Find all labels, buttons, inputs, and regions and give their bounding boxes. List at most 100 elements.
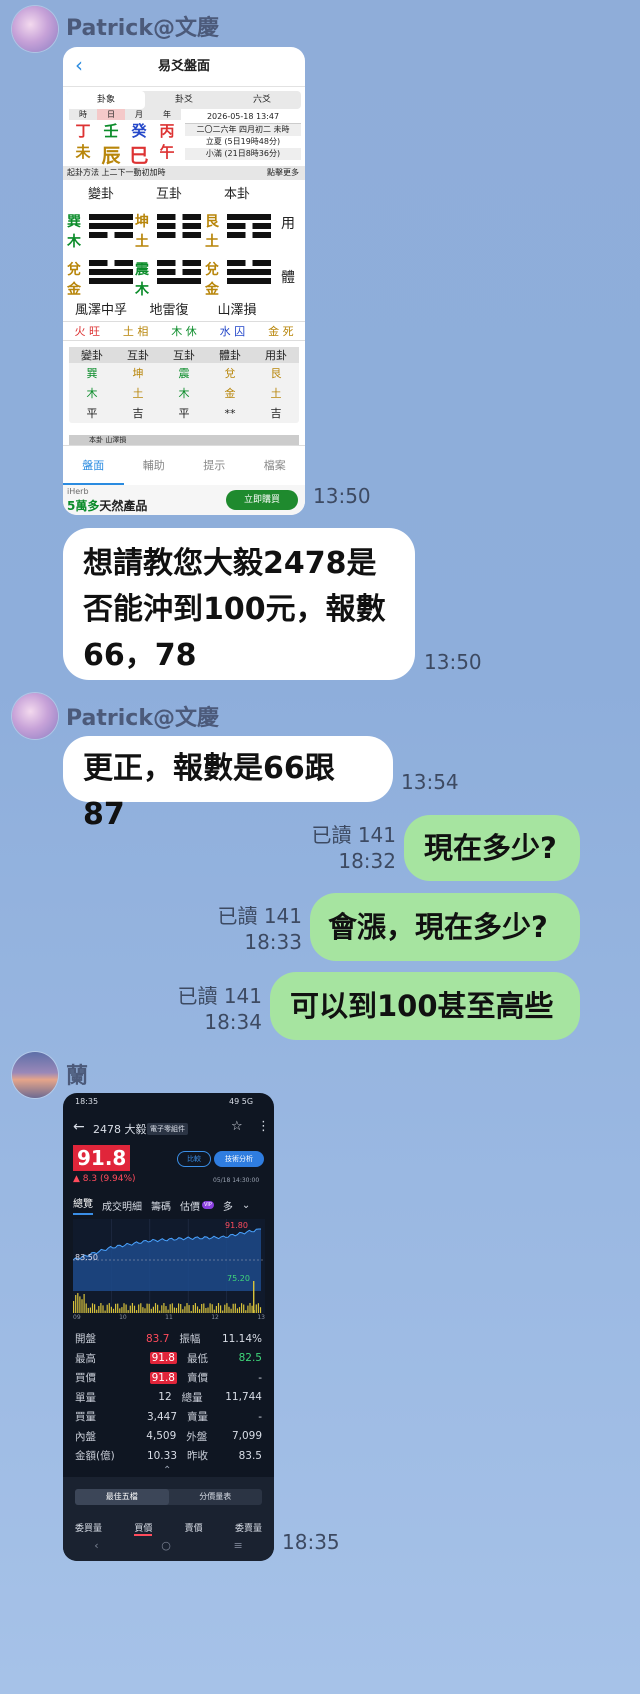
nav-assist[interactable]: 輔助 [124, 446, 185, 485]
volume-bar [161, 1305, 163, 1313]
volume-bar [129, 1305, 131, 1313]
volume-bar [81, 1299, 83, 1313]
volume-bar [77, 1293, 79, 1313]
message-bubble-self[interactable]: 會漲，現在多少? [310, 893, 580, 961]
volume-bar [178, 1303, 180, 1313]
volume-bar [247, 1305, 249, 1313]
stem: 壬 [103, 122, 119, 140]
tab-more[interactable]: 多 [223, 1198, 233, 1213]
tab-chips[interactable]: 籌碼 [151, 1198, 171, 1213]
avatar-patrick[interactable] [12, 6, 58, 52]
shared-image-stock[interactable]: 18:35 49 5G ← 2478 大毅 電子零組件 ☆ ⋮ 91.8 ▲ 8… [63, 1093, 274, 1561]
volume-bar [184, 1306, 186, 1313]
volume-bar [119, 1308, 121, 1313]
more-vertical-icon[interactable]: ⋮ [257, 1119, 270, 1134]
volume-bar [188, 1305, 190, 1313]
volume-bar [83, 1293, 85, 1313]
tab-best-five[interactable]: 最佳五檔 [75, 1489, 169, 1505]
volume-bar [196, 1306, 199, 1313]
msg-time: 13:54 [401, 770, 459, 794]
ad-banner[interactable]: iHerb 5萬多天然產品 立即購買 [63, 485, 305, 515]
volume-bar [98, 1306, 100, 1313]
volume-bar [255, 1304, 257, 1313]
star-icon[interactable]: ☆ [231, 1119, 243, 1134]
volume-bar [133, 1305, 136, 1313]
volume-bar [125, 1304, 127, 1313]
chevron-down-icon[interactable]: ⌄ [242, 1200, 250, 1211]
tab-overview[interactable]: 總覽 [73, 1195, 93, 1215]
volume-bar [106, 1304, 108, 1313]
volume-bar [190, 1310, 192, 1313]
tab-yao[interactable]: 卦爻 [145, 91, 223, 109]
nav-board[interactable]: 盤面 [63, 446, 124, 485]
volume-bar [167, 1309, 169, 1313]
chart-high-label: 91.80 [225, 1221, 248, 1230]
ad-buy-button[interactable]: 立即購買 [226, 490, 298, 510]
back-nav-icon[interactable]: ‹ [94, 1539, 98, 1552]
compare-button[interactable]: 比較 [177, 1151, 211, 1167]
time-tick: 12 [211, 1314, 219, 1321]
volume-bar [146, 1303, 148, 1313]
tab-valuation[interactable]: 估價 [180, 1198, 200, 1213]
volume-bar [257, 1303, 259, 1313]
tab-price-volume[interactable]: 分價量表 [169, 1489, 263, 1505]
volume-bar [79, 1296, 81, 1313]
volume-bar [253, 1281, 255, 1313]
message-bubble[interactable]: 更正，報數是66跟87 [63, 736, 393, 832]
time-tick: 13 [257, 1314, 265, 1321]
read-receipt: 已讀 141 18:33 [217, 904, 302, 954]
volume-bar [159, 1310, 161, 1313]
volume-bar [165, 1306, 167, 1313]
volume-bar [232, 1303, 234, 1313]
tab-trades[interactable]: 成交明細 [102, 1198, 142, 1213]
volume-bar [171, 1303, 173, 1313]
volume-bar [243, 1304, 245, 1313]
tab-gua[interactable]: 卦象 [67, 91, 145, 109]
volume-bar [215, 1305, 217, 1313]
volume-bar [89, 1307, 91, 1313]
avatar-patrick[interactable] [12, 693, 58, 739]
volume-bar [211, 1304, 213, 1313]
nav-file[interactable]: 檔案 [245, 446, 306, 485]
segment-tabs: 卦象 卦爻 六爻 [67, 91, 301, 109]
back-chevron-icon[interactable]: ‹ [75, 53, 83, 77]
method-bar[interactable]: 起卦方法 上二下一動初加時 點擊更多 [63, 166, 305, 180]
nav-hint[interactable]: 提示 [184, 446, 245, 485]
msg-time: 13:50 [313, 484, 371, 508]
chevron-up-icon[interactable]: ⌃ [163, 1465, 171, 1476]
msg-time: 18:35 [282, 1530, 340, 1554]
volume-bar [234, 1303, 236, 1313]
home-nav-icon[interactable]: ○ [161, 1539, 171, 1552]
status-time: 18:35 [75, 1097, 99, 1106]
recents-nav-icon[interactable]: ≡ [233, 1539, 242, 1552]
more-link[interactable]: 點擊更多 [267, 166, 305, 180]
message-bubble[interactable]: 想請教您大毅2478是 否能沖到100元，報數 66，78 [63, 528, 415, 680]
volume-bar [94, 1304, 96, 1313]
tab-liuyao[interactable]: 六爻 [223, 91, 301, 109]
shared-image-hexagram[interactable]: ‹ 易爻盤面 卦象 卦爻 六爻 時 日 月 年 丁 壬 癸 丙 未 辰 巳 午 … [63, 47, 305, 515]
avatar-lan[interactable] [12, 1052, 58, 1098]
volume-bar [182, 1309, 184, 1313]
volume-bar [222, 1310, 224, 1313]
time-tick: 09 [73, 1314, 81, 1321]
message-bubble-self[interactable]: 可以到100甚至高些 [270, 972, 580, 1040]
bottom-nav: 盤面 輔助 提示 檔案 [63, 445, 305, 485]
volume-bar [207, 1307, 209, 1313]
branch: 午 [159, 143, 175, 161]
back-arrow-icon[interactable]: ← [73, 1119, 85, 1135]
time-tick: 10 [119, 1314, 127, 1321]
message-bubble-self[interactable]: 現在多少? [404, 815, 580, 881]
season-strength: 火 旺 土 相 木 休 水 囚 金 死 [63, 321, 305, 341]
quote-row: 最高 91.8 最低 82.5 [75, 1352, 262, 1365]
ad-brand: iHerb [67, 487, 89, 496]
volume-bar [110, 1306, 112, 1313]
four-pillars: 時 日 月 年 丁 壬 癸 丙 未 辰 巳 午 [69, 109, 181, 168]
volume-bar [117, 1303, 119, 1313]
volume-bar [169, 1304, 171, 1313]
intraday-chart[interactable]: 91.80 83.50 75.20 [73, 1219, 265, 1313]
volume-bar [217, 1303, 220, 1313]
volume-bar [115, 1303, 117, 1313]
technical-analysis-button[interactable]: 技術分析 [214, 1151, 264, 1167]
volume-bar [163, 1303, 165, 1313]
volume-bar [87, 1307, 89, 1313]
